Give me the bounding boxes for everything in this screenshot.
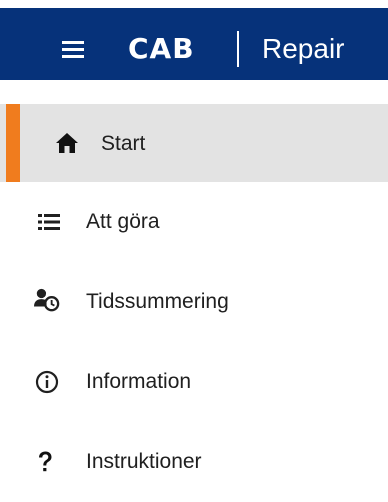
- app-name: Repair: [262, 33, 345, 64]
- side-navigation: Start Att göra Tidssummering Information…: [0, 104, 388, 502]
- nav-item-label: Information: [86, 370, 192, 393]
- info-icon: [34, 369, 60, 395]
- app-bar: CAB Repair: [0, 0, 388, 80]
- nav-item-label: Start: [101, 132, 146, 155]
- nav-item-label: Instruktioner: [86, 450, 202, 473]
- brand-divider: [237, 31, 239, 67]
- question-icon: [32, 449, 58, 475]
- user-clock-icon: [34, 287, 60, 313]
- brand-logo[interactable]: CAB: [128, 32, 195, 66]
- brand-logo-text: CAB: [128, 32, 195, 65]
- nav-item-instruktioner[interactable]: Instruktioner: [0, 422, 388, 502]
- nav-item-start[interactable]: Start: [0, 104, 388, 182]
- nav-item-label: Tidssummering: [86, 290, 229, 313]
- nav-item-information[interactable]: Information: [0, 342, 388, 422]
- nav-item-tidssummering[interactable]: Tidssummering: [0, 262, 388, 342]
- hamburger-menu-icon: [62, 41, 84, 58]
- nav-item-att-gora[interactable]: Att göra: [0, 182, 388, 262]
- checklist-icon: [36, 209, 62, 235]
- nav-item-label: Att göra: [86, 210, 160, 233]
- active-indicator: [6, 104, 20, 182]
- home-icon: [54, 130, 80, 156]
- menu-button[interactable]: [62, 40, 84, 58]
